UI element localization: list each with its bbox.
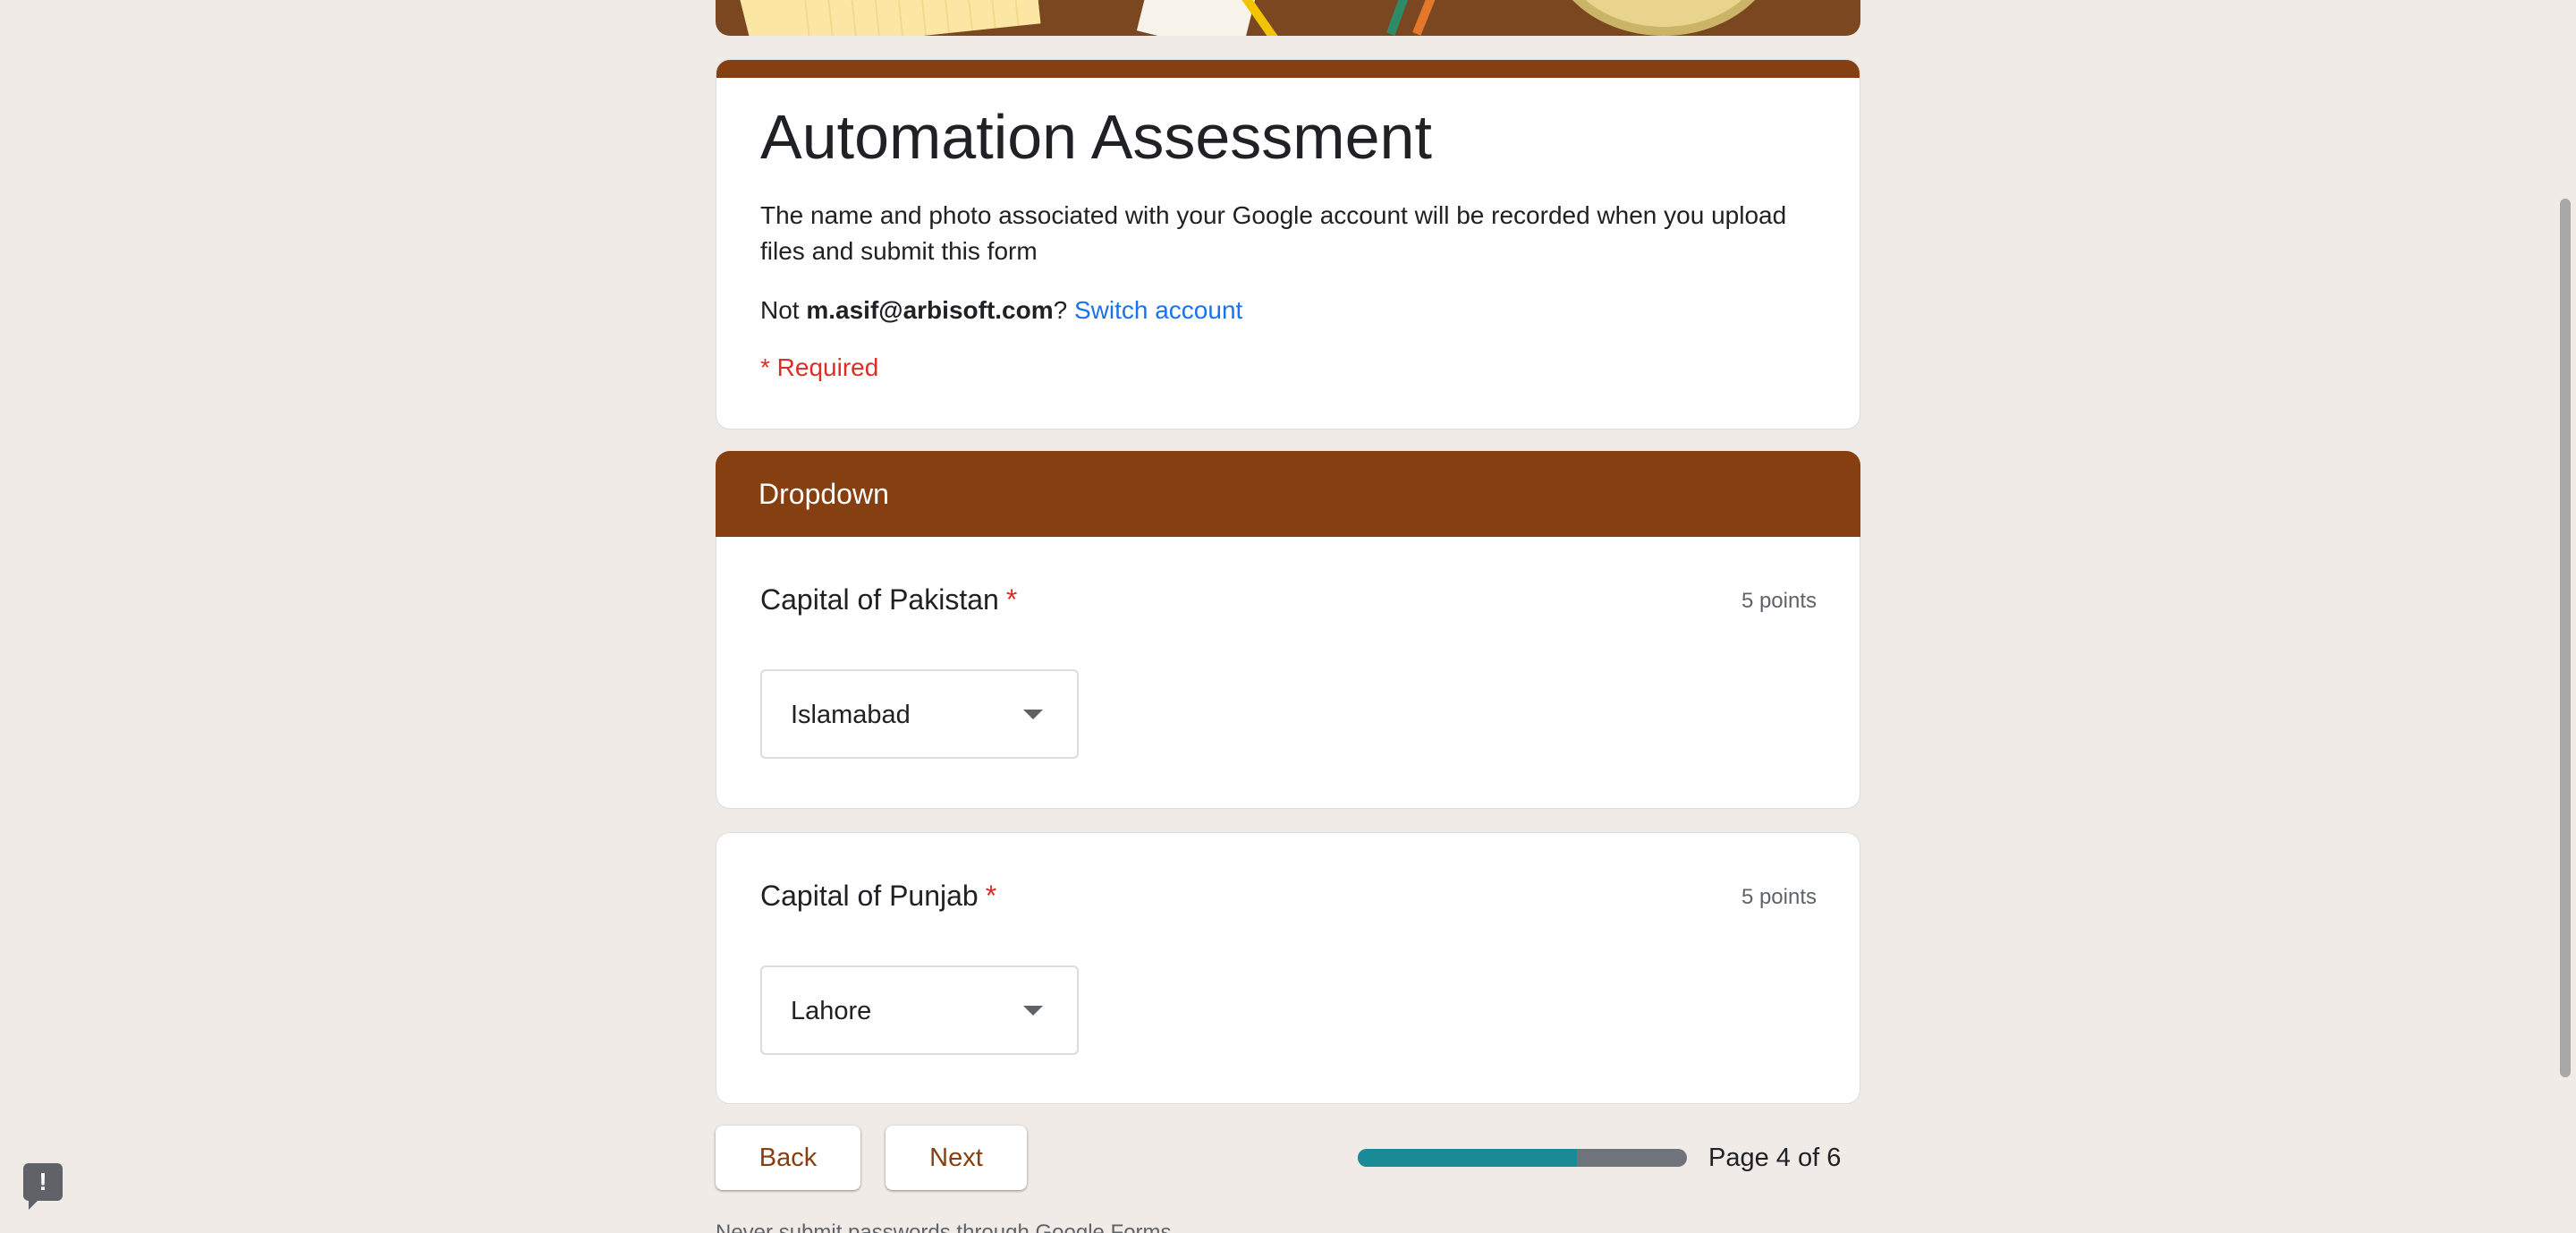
dropdown-selected-value: Lahore	[791, 997, 872, 1025]
question-points: 5 points	[1741, 589, 1817, 613]
account-email: m.asif@arbisoft.com	[806, 296, 1054, 324]
question-card: Capital of Punjab * 5 points Lahore	[716, 832, 1860, 1104]
capital-of-pakistan-dropdown[interactable]: Islamabad	[760, 669, 1079, 759]
next-button[interactable]: Next	[886, 1126, 1027, 1190]
progress-bar	[1358, 1149, 1687, 1167]
form-header-card: Automation Assessment The name and photo…	[716, 59, 1860, 429]
dropdown-arrow-icon	[1023, 1006, 1043, 1016]
question-title: Capital of Punjab *	[760, 876, 996, 915]
theme-accent-bar	[716, 60, 1860, 78]
back-button[interactable]: Back	[716, 1126, 860, 1190]
section-header: Dropdown	[716, 451, 1860, 537]
question-points: 5 points	[1741, 885, 1817, 909]
section-title: Dropdown	[758, 478, 889, 510]
page-indicator: Page 4 of 6	[1708, 1144, 1842, 1172]
question-title-text: Capital of Pakistan	[760, 583, 999, 616]
report-problem-glyph: !	[38, 1168, 47, 1195]
form-title: Automation Assessment	[760, 102, 1432, 172]
dropdown-arrow-icon	[1023, 710, 1043, 719]
form-description: The name and photo associated with your …	[760, 201, 1787, 265]
header-banner-image	[716, 0, 1860, 36]
required-note: * Required	[760, 353, 879, 381]
capital-of-punjab-dropdown[interactable]: Lahore	[760, 965, 1079, 1055]
account-line: Not m.asif@arbisoft.com? Switch account	[760, 293, 1242, 328]
page-scrollbar[interactable]	[2560, 199, 2571, 1077]
question-card: Capital of Pakistan * 5 points Islamabad	[716, 537, 1860, 809]
progress-bar-fill	[1358, 1149, 1578, 1167]
dropdown-selected-value: Islamabad	[791, 701, 911, 729]
required-asterisk: *	[985, 880, 997, 912]
required-asterisk: *	[1005, 583, 1018, 616]
account-prefix: Not	[760, 296, 800, 324]
question-title: Capital of Pakistan *	[760, 580, 1017, 619]
report-problem-icon[interactable]: !	[23, 1163, 63, 1210]
question-title-text: Capital of Punjab	[760, 880, 979, 912]
switch-account-link[interactable]: Switch account	[1074, 296, 1242, 324]
footer-warning: Never submit passwords through Google Fo…	[716, 1220, 1178, 1233]
account-suffix: ?	[1053, 296, 1068, 324]
